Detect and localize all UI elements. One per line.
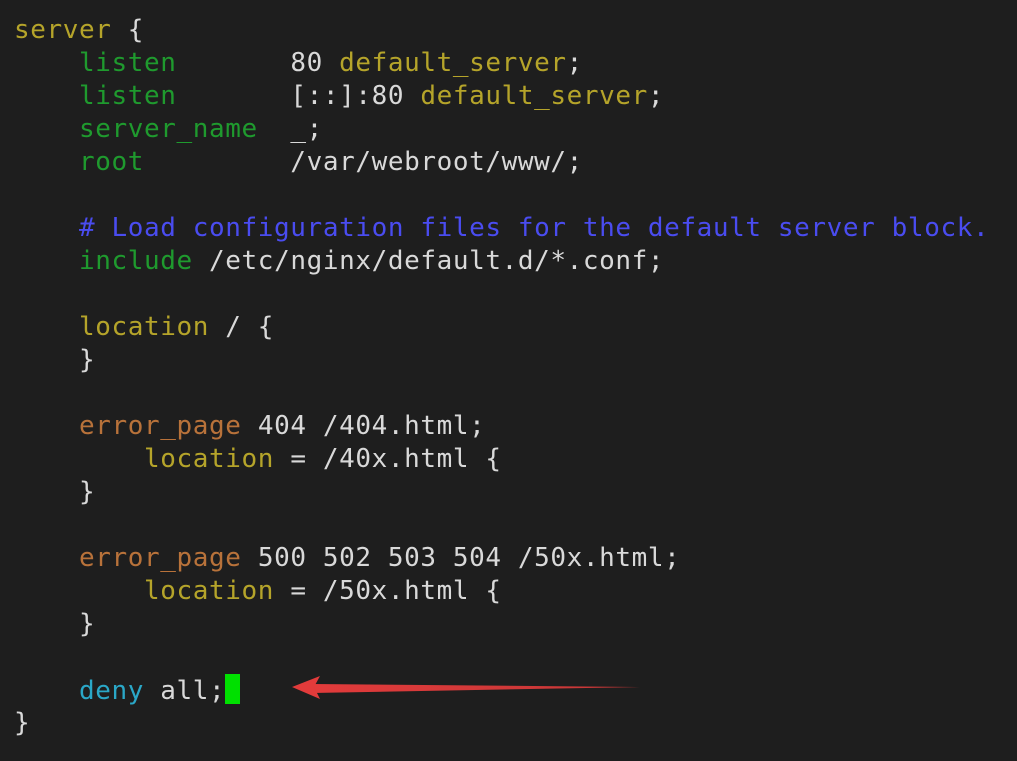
red-arrow bbox=[292, 676, 640, 699]
terminal-editor[interactable]: server { listen 80 default_server; liste… bbox=[0, 0, 1017, 761]
arrow-shaft bbox=[312, 684, 640, 693]
